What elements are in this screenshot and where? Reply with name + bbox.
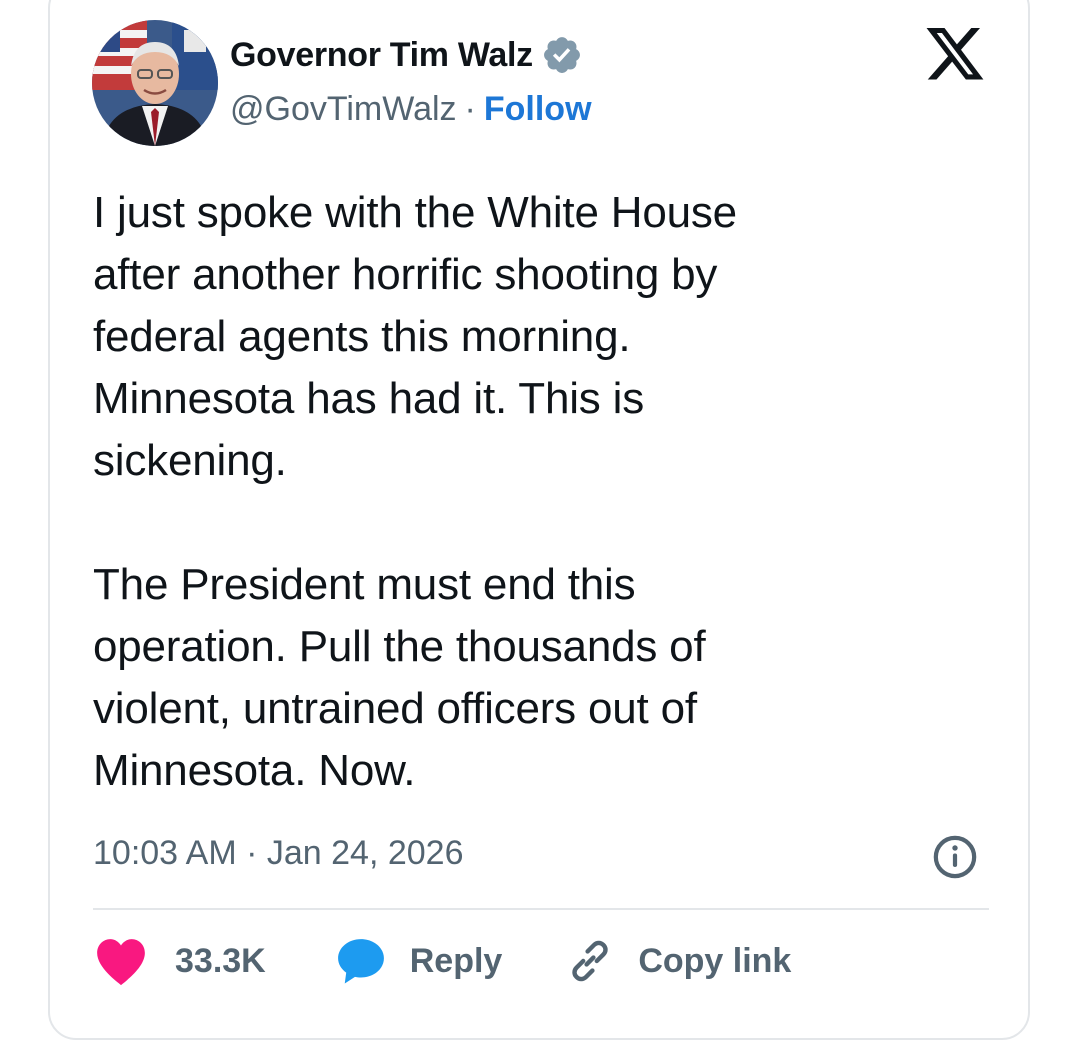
divider [93,908,989,910]
reply-label: Reply [409,941,503,980]
verified-badge-icon [543,37,580,73]
link-icon [572,940,609,982]
like-count: 33.3K [175,941,266,980]
author-handle[interactable]: @GovTimWalz [230,90,457,129]
author-handle-row: @GovTimWalz · Follow [230,86,592,132]
speech-bubble-icon [337,939,384,984]
reply-button[interactable]: Reply [336,936,503,986]
tweet-timestamp[interactable]: 10:03 AM · Jan 24, 2026 [93,830,463,876]
author-display-name[interactable]: Governor Tim Walz [230,36,533,75]
copy-link-button[interactable]: Copy link [566,937,791,985]
follow-button[interactable]: Follow [484,90,592,129]
heart-icon [97,939,145,986]
copy-link-label: Copy link [638,941,792,980]
author-name-row: Governor Tim Walz [230,32,583,78]
avatar[interactable] [92,20,218,146]
like-button[interactable]: 33.3K [93,936,266,986]
avatar-image [92,20,218,146]
action-bar: 33.3K Reply Copy link [93,936,791,986]
tweet-text: I just spoke with the White House after … [93,188,737,795]
info-icon[interactable] [932,834,978,880]
separator-dot: · [464,89,476,128]
x-logo-icon[interactable] [926,28,986,82]
